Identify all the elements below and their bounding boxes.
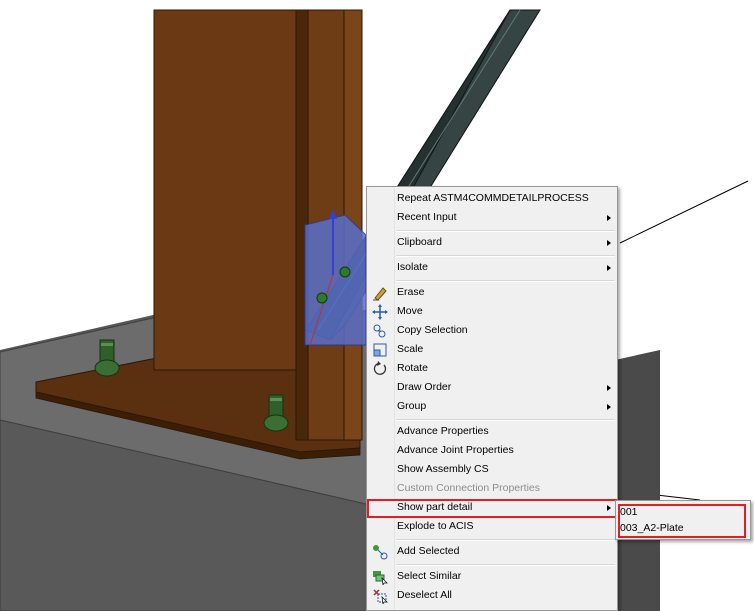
- submenu-arrow-icon: [607, 215, 611, 221]
- menu-item-erase[interactable]: Erase: [367, 284, 617, 303]
- menu-separator: [396, 564, 615, 566]
- menu-item-label: Advance Joint Properties: [397, 444, 514, 456]
- gusset-plate-selected[interactable]: [304, 209, 367, 346]
- menu-item-label: Show Assembly CS: [397, 463, 489, 475]
- menu-item-advance-properties[interactable]: Advance Properties: [367, 423, 617, 442]
- leader-line: [619, 180, 749, 244]
- menu-item-clipboard[interactable]: Clipboard: [367, 234, 617, 253]
- menu-item-label: Clipboard: [397, 236, 442, 248]
- submenu-arrow-icon: [607, 505, 611, 511]
- menu-item-label: Select Similar: [397, 570, 462, 582]
- menu-item-label: Explode to ACIS: [397, 520, 474, 532]
- menu-item-isolate[interactable]: Isolate: [367, 259, 617, 278]
- menu-item-scale[interactable]: Scale: [367, 341, 617, 360]
- menu-item-repeat-astm4commdetailprocess[interactable]: Repeat ASTM4COMMDETAILPROCESS: [367, 190, 617, 209]
- menu-separator: [396, 419, 615, 421]
- menu-item-recent-input[interactable]: Recent Input: [367, 209, 617, 228]
- menu-item-select-similar[interactable]: Select Similar: [367, 568, 617, 587]
- menu-separator: [396, 255, 615, 257]
- menu-item-move[interactable]: Move: [367, 303, 617, 322]
- menu-item-rotate[interactable]: Rotate: [367, 360, 617, 379]
- show-part-detail-submenu: 001 003_A2-Plate: [615, 500, 751, 540]
- menu-item-label: Rotate: [397, 362, 428, 374]
- submenu-arrow-icon: [607, 240, 611, 246]
- submenu-arrow-icon: [607, 404, 611, 410]
- submenu-item-003-a2-plate[interactable]: 003_A2-Plate: [620, 522, 684, 534]
- menu-item-draw-order[interactable]: Draw Order: [367, 379, 617, 398]
- menu-item-advance-joint-properties[interactable]: Advance Joint Properties: [367, 442, 617, 461]
- menu-item-show-assembly-cs[interactable]: Show Assembly CS: [367, 461, 617, 480]
- submenu-arrow-icon: [607, 385, 611, 391]
- menu-item-label: Advance Properties: [397, 425, 489, 437]
- menu-item-label: Custom Connection Properties: [397, 482, 540, 494]
- menu-item-label: Draw Order: [397, 381, 452, 393]
- menu-item-label: Erase: [397, 286, 425, 298]
- menu-item-group[interactable]: Group: [367, 398, 617, 417]
- menu-item-show-part-detail[interactable]: Show part detail: [367, 499, 617, 518]
- menu-item-label: Isolate: [397, 261, 428, 273]
- menu-item-label: Deselect All: [397, 589, 452, 601]
- menu-item-label: Recent Input: [397, 211, 457, 223]
- menu-item-copy-selection[interactable]: Copy Selection: [367, 322, 617, 341]
- submenu-arrow-icon: [607, 265, 611, 271]
- menu-item-label: Show part detail: [397, 501, 473, 513]
- menu-item-label: Scale: [397, 343, 424, 355]
- menu-item-label: Copy Selection: [397, 324, 468, 336]
- context-menu: Repeat ASTM4COMMDETAILPROCESS Recent Inpu…: [366, 186, 618, 611]
- submenu-item-001[interactable]: 001: [620, 506, 638, 518]
- menu-item-deselect-all[interactable]: Deselect All: [367, 587, 617, 606]
- menu-item-custom-connection-properties: Custom Connection Properties: [367, 480, 617, 499]
- menu-separator: [396, 280, 615, 282]
- menu-item-add-selected[interactable]: Add Selected: [367, 543, 617, 562]
- menu-separator: [396, 539, 615, 541]
- menu-item-label: Move: [397, 305, 423, 317]
- menu-separator: [396, 230, 615, 232]
- menu-item-label: Repeat ASTM4COMMDETAILPROCESS: [397, 192, 589, 204]
- menu-item-label: Group: [397, 400, 427, 412]
- menu-item-explode-to-acis[interactable]: Explode to ACIS: [367, 518, 617, 537]
- menu-item-label: Add Selected: [397, 545, 460, 557]
